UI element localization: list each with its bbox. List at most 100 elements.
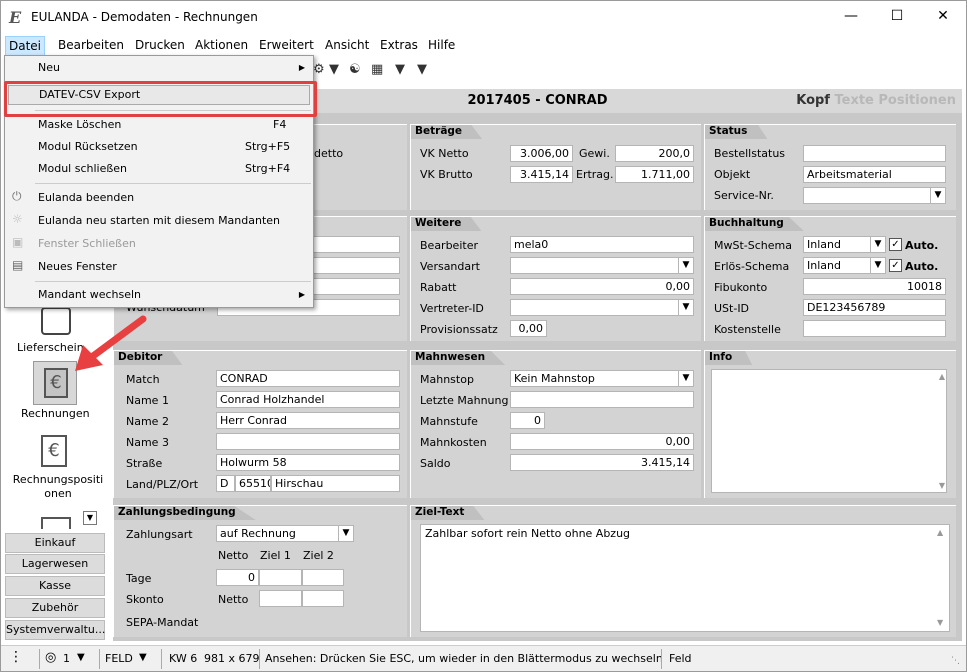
bearbeiter-field[interactable]: mela0 [510,236,694,253]
module-rechnungen[interactable]: Rechnungen [21,407,90,420]
module-icon-partial[interactable] [41,517,71,529]
chevron-down-icon[interactable]: ▼ [678,300,693,315]
fibukonto-field[interactable]: 10018 [803,278,946,295]
menu-ansicht[interactable]: Ansicht [325,38,369,52]
letzte-mahnung-field[interactable] [510,391,694,408]
chevron-down-icon[interactable]: ▼ [930,188,945,203]
menu-hilfe[interactable]: Hilfe [428,38,455,52]
ustid-field[interactable]: DE123456789 [803,299,946,316]
menu-item-neu[interactable]: Neu ▶ [5,57,313,79]
chevron-down-icon[interactable]: ▼ [678,371,693,386]
menu-item-label: Modul Rücksetzen [38,140,138,153]
scroll-down-icon[interactable]: ▼ [937,618,943,627]
record-icon: ◎ [45,650,57,665]
chevron-down-icon[interactable]: ▼ [338,526,353,541]
menu-erweitert[interactable]: Erweitert [259,38,314,52]
mwst-auto-checkbox[interactable]: ✓ [889,238,902,251]
match-field[interactable]: CONRAD [216,370,400,387]
settings-icon[interactable]: ⚙ [313,62,325,77]
dropdown-arrow-icon[interactable]: ▼ [417,62,427,77]
skonto-ziel1-field[interactable] [259,590,302,607]
chevron-down-icon[interactable]: ▼ [870,258,885,273]
menu-bearbeiten[interactable]: Bearbeiten [58,38,124,52]
nav-zubehoer[interactable]: Zubehör [5,598,105,618]
chevron-down-icon[interactable]: ▼ [678,258,693,273]
vk-netto-field[interactable]: 3.006,00 [510,145,573,162]
ziel-text-area[interactable]: Zahlbar sofort rein Netto ohne Abzug [420,524,950,632]
separator [39,649,40,669]
zahlungsart-select[interactable]: auf Rechnung [216,525,354,542]
saldo-field[interactable]: 3.415,14 [510,454,694,471]
chevron-down-icon[interactable]: ▼ [870,237,885,252]
label-fragment: detto [314,147,344,160]
provision-field[interactable]: 0,00 [510,320,547,337]
mahnstufe-field[interactable]: 0 [510,412,545,429]
vk-brutto-field[interactable]: 3.415,14 [510,166,573,183]
tage-ziel2-field[interactable] [302,569,344,586]
strasse-field[interactable]: Holwurm 58 [216,454,400,471]
scroll-down-icon[interactable]: ▼ [83,511,97,525]
zahlungsart-label: Zahlungsart [126,528,193,541]
menu-separator [35,183,311,184]
ort-field[interactable]: Hirschau [271,475,400,492]
menu-item-neu-starten[interactable]: Eulanda neu starten mit diesem Mandanten [5,210,313,232]
status-title: Status [705,125,768,139]
menu-item-modul-ruecksetzen[interactable]: Modul Rücksetzen Strg+F5 [5,136,313,158]
tab-kopf[interactable]: Kopf [796,93,830,108]
tab-texte[interactable]: Texte [835,93,874,108]
name2-field[interactable]: Herr Conrad [216,412,400,429]
name3-field[interactable] [216,433,400,450]
menu-item-eulanda-beenden[interactable]: Eulanda beenden [5,187,313,209]
menu-item-modul-schliessen[interactable]: Modul schließen Strg+F4 [5,158,313,180]
dropdown-arrow-icon[interactable]: ▼ [329,62,339,77]
table-icon[interactable]: ▦ [371,62,383,77]
info-textarea[interactable]: ▲ ▼ [711,369,947,493]
objekt-field[interactable]: Arbeitsmaterial [803,166,946,183]
service-nr-select[interactable]: ▼ [803,187,946,204]
nav-einkauf[interactable]: Einkauf [5,533,105,553]
menu-aktionen[interactable]: Aktionen [195,38,248,52]
mahnkosten-field[interactable]: 0,00 [510,433,694,450]
mahnstop-select[interactable]: Kein Mahnstop [510,370,694,387]
tage-netto-field[interactable]: 0 [216,569,259,586]
filter-icon[interactable]: ▼ [395,62,405,77]
panel-betraege: Beträge VK Netto 3.006,00 Gewi. 200,0 VK… [410,124,701,210]
kostenstelle-field[interactable] [803,320,946,337]
euro-doc-icon[interactable]: € [41,435,67,467]
scroll-down-icon[interactable]: ▼ [939,481,945,490]
panel-status: Status Bestellstatus Objekt Arbeitsmater… [704,124,956,210]
plz-field[interactable]: 65510 [235,475,271,492]
scroll-up-icon[interactable]: ▲ [937,528,943,537]
menu-item-mandant-wechseln[interactable]: Mandant wechseln ▶ [5,284,313,306]
menu-drucken[interactable]: Drucken [135,38,185,52]
bestellstatus-field[interactable] [803,145,946,162]
versandart-select[interactable]: ▼ [510,257,694,274]
rabatt-field[interactable]: 0,00 [510,278,694,295]
fibukonto-label: Fibukonto [714,281,768,294]
minimize-icon[interactable]: — [828,1,874,32]
dropdown-arrow-icon[interactable]: ▼ [139,652,147,663]
erloes-auto-checkbox[interactable]: ✓ [889,259,902,272]
ertrag-field[interactable]: 1.711,00 [615,166,694,183]
gewi-field[interactable]: 200,0 [615,145,694,162]
dropdown-arrow-icon[interactable]: ▼ [77,652,85,663]
menu-item-maske-loeschen[interactable]: Maske Löschen F4 [5,114,313,136]
person-icon[interactable]: ☯ [349,62,361,77]
module-rechnungspositionen[interactable]: Rechnungspositi onen [10,473,106,501]
scroll-up-icon[interactable]: ▲ [939,372,945,381]
nav-systemverwaltung[interactable]: Systemverwaltu... [5,620,105,640]
nav-kasse[interactable]: Kasse [5,576,105,596]
tage-ziel1-field[interactable] [259,569,302,586]
menu-extras[interactable]: Extras [380,38,418,52]
menu-item-label: Neues Fenster [38,260,117,273]
tab-positionen[interactable]: Positionen [878,93,956,108]
menu-datei[interactable]: Datei [5,36,46,56]
close-icon[interactable]: ✕ [920,1,966,32]
maximize-icon[interactable]: ☐ [874,1,920,32]
land-field[interactable]: D [216,475,235,492]
skonto-ziel2-field[interactable] [302,590,344,607]
name1-field[interactable]: Conrad Holzhandel [216,391,400,408]
menu-item-neues-fenster[interactable]: Neues Fenster [5,256,313,278]
nav-lagerwesen[interactable]: Lagerwesen [5,554,105,574]
vertreter-select[interactable]: ▼ [510,299,694,316]
